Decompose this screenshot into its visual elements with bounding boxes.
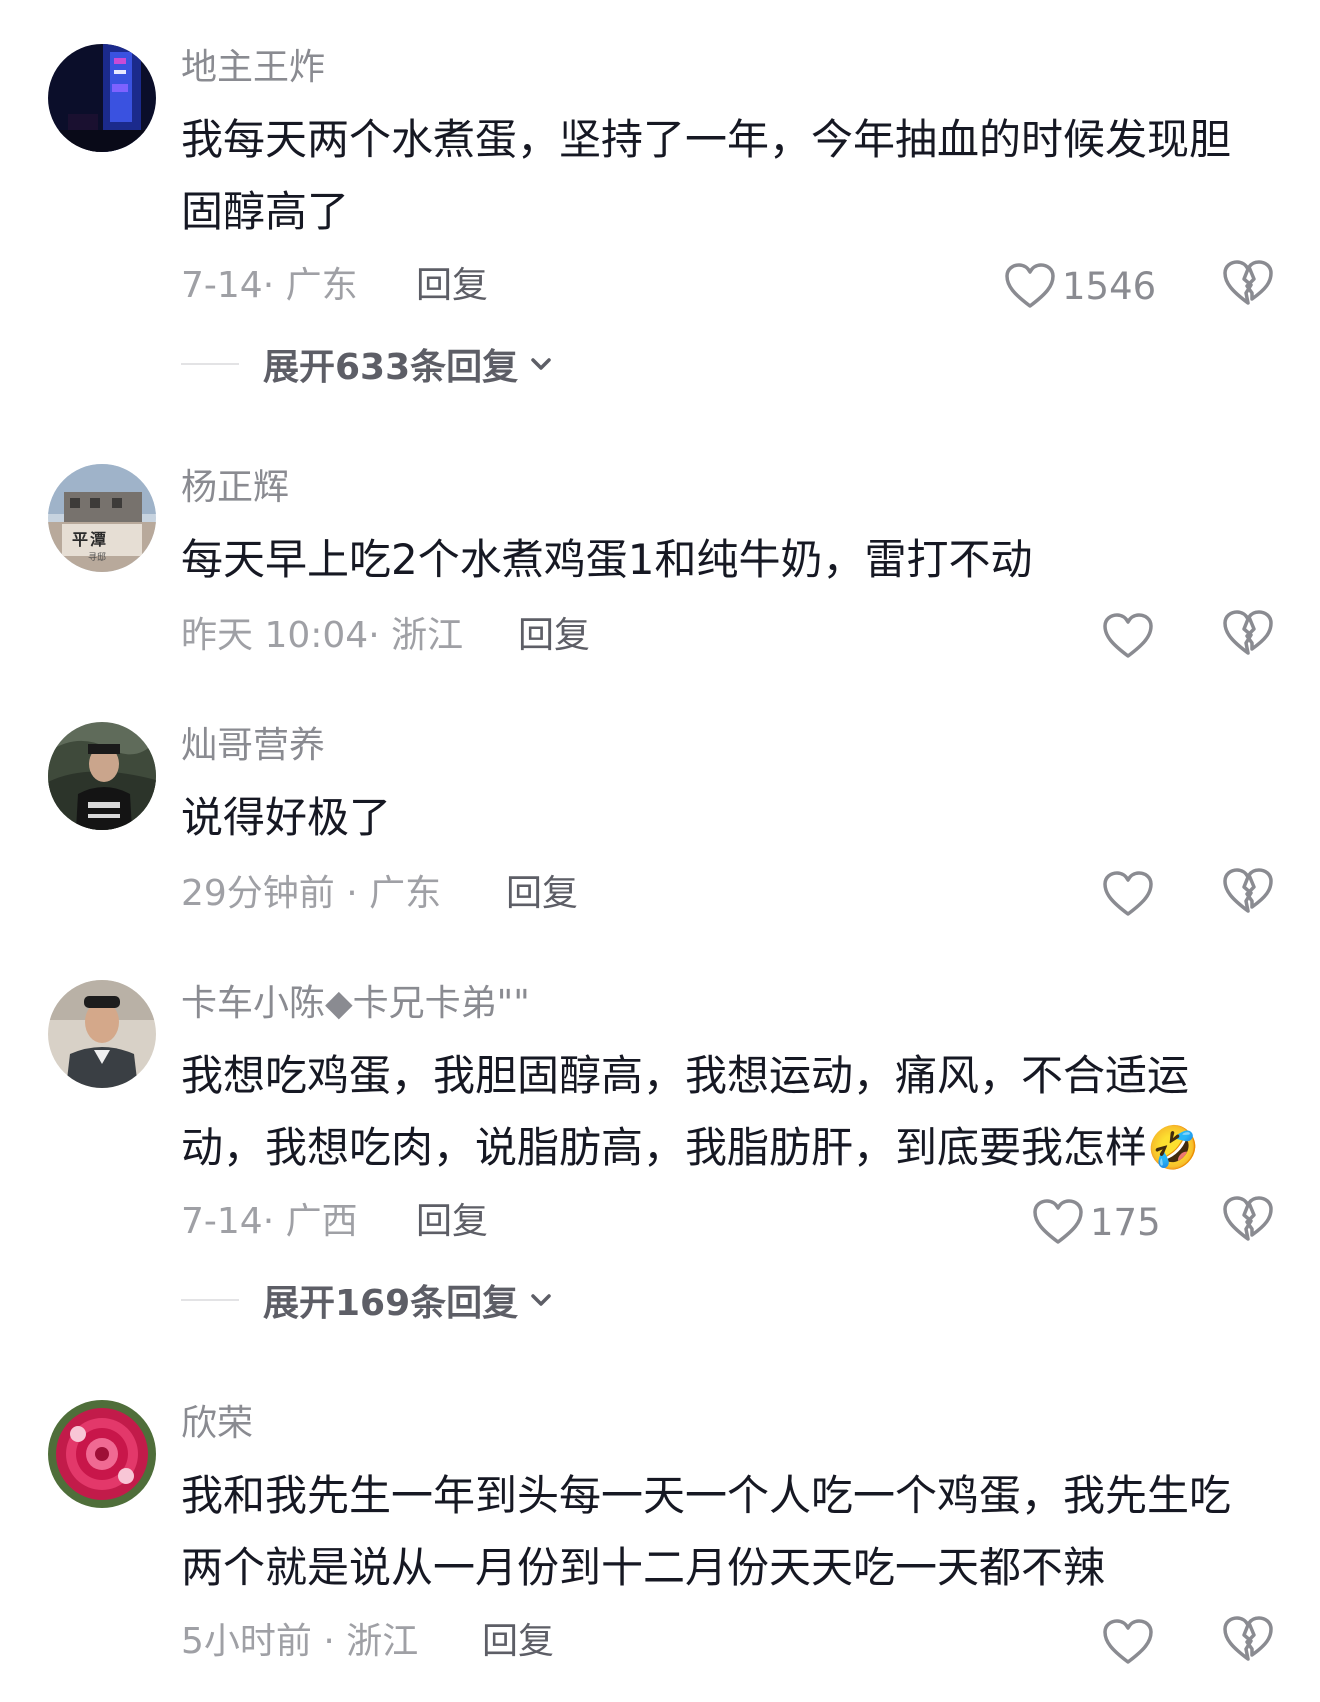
avatar-sign-text: 平潭 (72, 530, 109, 549)
like-count: 1546 (1062, 264, 1157, 308)
avatar[interactable] (48, 722, 156, 830)
avatar-sign-subtext: 寻邸 (88, 553, 107, 563)
broken-heart-icon (1223, 868, 1273, 913)
like-button[interactable]: 1546 (1004, 256, 1156, 316)
heart-outline-icon (1103, 1619, 1153, 1664)
expand-replies-button[interactable]: 展开633条回复 (181, 334, 554, 394)
comment-text: 我和我先生一年到头每一天一个人吃一个鸡蛋，我先生吃两个就是说从一月份到十二月份天… (181, 1471, 1232, 1592)
comment-meta: 7-14· 广西 (181, 1201, 358, 1242)
username[interactable]: 杨正辉 (181, 464, 289, 512)
expand-replies-button[interactable]: 展开169条回复 (181, 1270, 554, 1330)
comment-meta: 昨天 10:04· 浙江 (181, 615, 464, 656)
username[interactable]: 地主王炸 (181, 44, 325, 92)
reply-button[interactable]: 回复 (506, 870, 578, 918)
like-count: 175 (1090, 1200, 1161, 1244)
broken-heart-icon (1223, 610, 1273, 655)
expand-replies-label: 展开169条回复 (263, 1283, 519, 1324)
broken-heart-icon (1223, 1196, 1273, 1241)
divider (181, 363, 239, 365)
username[interactable]: 卡车小陈◆卡兄卡弟"" (181, 980, 530, 1028)
expand-replies-label: 展开633条回复 (263, 347, 519, 388)
reply-button[interactable]: 回复 (416, 1198, 488, 1246)
avatar[interactable] (48, 980, 156, 1088)
heart-outline-icon (1033, 1199, 1083, 1244)
like-button[interactable] (1102, 864, 1154, 924)
reply-button[interactable]: 回复 (416, 262, 488, 310)
dislike-button[interactable] (1222, 1615, 1274, 1667)
heart-outline-icon (1103, 871, 1153, 916)
dislike-button[interactable] (1222, 259, 1274, 311)
like-button[interactable] (1102, 1612, 1154, 1672)
dislike-button[interactable] (1222, 867, 1274, 919)
comment-text: 每天早上吃2个水煮鸡蛋1和纯牛奶，雷打不动 (181, 535, 1033, 584)
username[interactable]: 灿哥营养 (181, 722, 325, 770)
comment-meta: 29分钟前 · 广东 (181, 873, 442, 914)
dislike-button[interactable] (1222, 609, 1274, 661)
username[interactable]: 欣荣 (181, 1400, 253, 1448)
comment-meta: 5小时前 · 浙江 (181, 1621, 419, 1662)
avatar[interactable] (48, 1400, 156, 1508)
heart-outline-icon (1103, 613, 1153, 658)
avatar[interactable] (48, 44, 156, 152)
comment-text: 说得好极了 (181, 793, 392, 842)
reply-button[interactable]: 回复 (518, 612, 590, 660)
broken-heart-icon (1223, 1616, 1273, 1661)
dislike-button[interactable] (1222, 1195, 1274, 1247)
broken-heart-icon (1223, 260, 1273, 305)
chevron-down-icon (531, 1294, 551, 1306)
chevron-down-icon (531, 358, 551, 370)
divider (181, 1299, 239, 1301)
reply-button[interactable]: 回复 (482, 1618, 554, 1666)
heart-outline-icon (1005, 263, 1055, 308)
comment-text: 我想吃鸡蛋，我胆固醇高，我想运动，痛风，不合适运动，我想吃肉，说脂肪高，我脂肪肝… (181, 1051, 1200, 1172)
like-button[interactable] (1102, 606, 1154, 666)
like-button[interactable]: 175 (1032, 1192, 1161, 1252)
comment-text: 我每天两个水煮蛋，坚持了一年，今年抽血的时候发现胆固醇高了 (181, 115, 1232, 236)
comment-meta: 7-14· 广东 (181, 265, 358, 306)
